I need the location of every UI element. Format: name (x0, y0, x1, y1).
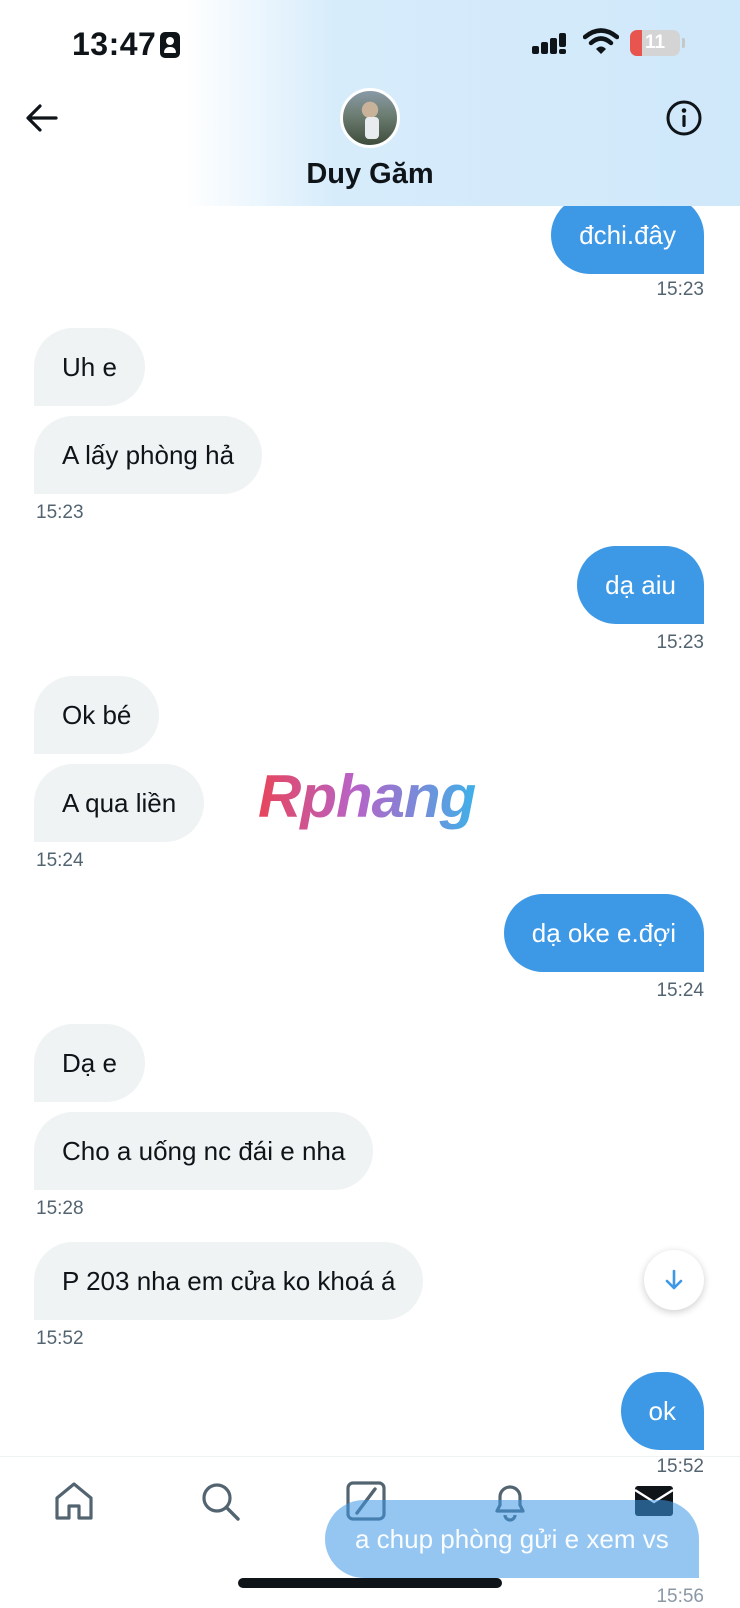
tab-search[interactable] (198, 1479, 242, 1523)
message-bubble-incoming[interactable]: Cho a uống nc đái e nha (34, 1112, 374, 1190)
info-icon (666, 100, 702, 136)
battery-icon: 11 (630, 30, 680, 56)
arrow-down-icon (665, 1269, 683, 1290)
message-bubble-incoming[interactable]: A qua liền (34, 764, 205, 842)
status-bar: 13:47 11 (0, 0, 740, 90)
message-bubble-outgoing[interactable]: ok (620, 1372, 704, 1450)
arrow-left-icon (26, 104, 58, 132)
message-timestamp: 15:56 (656, 1586, 704, 1607)
message-timestamp: 15:28 (36, 1198, 84, 1219)
message-timestamp: 15:23 (656, 279, 704, 300)
message-bubble-outgoing[interactable]: dạ oke e.đợi (503, 894, 704, 972)
message-bubble-incoming[interactable]: A lấy phòng hả (34, 416, 263, 494)
wifi-icon (583, 28, 619, 54)
back-button[interactable] (22, 98, 62, 138)
scroll-to-bottom-button[interactable] (644, 1250, 704, 1310)
cellular-signal-icon (532, 33, 566, 54)
message-timestamp: 15:52 (656, 1456, 704, 1477)
status-time: 13:47 (72, 26, 157, 62)
battery-tip (682, 38, 685, 48)
message-bubble-incoming[interactable]: Ok bé (34, 676, 160, 754)
watermark-logo: Rphang (258, 763, 476, 830)
message-timestamp: 15:23 (656, 632, 704, 653)
message-bubble-incoming[interactable]: Uh e (34, 328, 145, 406)
message-timestamp: 15:24 (36, 850, 84, 871)
conversation-info-button[interactable] (664, 98, 704, 138)
message-bubble-outgoing[interactable]: dạ aiu (577, 546, 704, 624)
conversation-header: 13:47 11 Duy Găm (0, 0, 740, 206)
message-bubble-incoming[interactable]: Dạ e (34, 1024, 145, 1102)
message-timestamp: 15:23 (36, 502, 84, 523)
contact-card-icon (160, 32, 180, 58)
search-icon (202, 1483, 240, 1521)
message-bubble-outgoing[interactable]: a chup phòng gửi e xem vs (325, 1500, 699, 1578)
home-indicator (238, 1578, 502, 1588)
message-timestamp: 15:52 (36, 1328, 84, 1349)
contact-avatar[interactable] (340, 88, 400, 148)
battery-percent: 11 (644, 32, 666, 53)
tab-home[interactable] (52, 1479, 96, 1523)
home-icon (55, 1482, 93, 1520)
message-thread: đchi.đây 15:23 Uh e A lấy phòng hả 15:23… (0, 0, 740, 1600)
contact-name[interactable]: Duy Găm (0, 158, 740, 191)
message-timestamp: 15:24 (656, 980, 704, 1001)
message-bubble-outgoing[interactable]: đchi.đây (551, 196, 704, 274)
message-bubble-incoming[interactable]: P 203 nha em cửa ko khoá á (34, 1242, 424, 1320)
